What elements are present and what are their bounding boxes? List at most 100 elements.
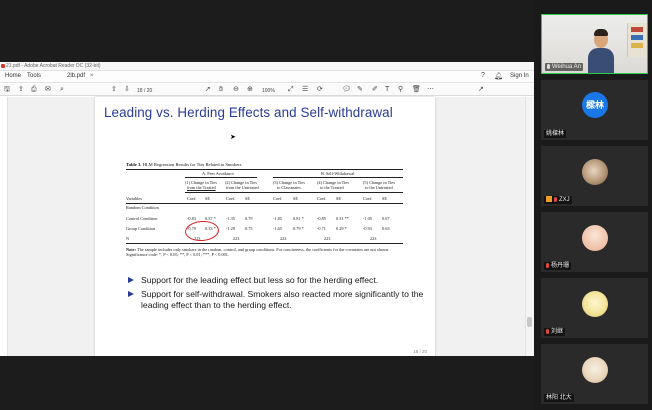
pdf-page: Leading vs. Herding Effects and Self-wit… [95, 97, 435, 356]
n-cell: 223 [324, 236, 331, 241]
help-icon[interactable]: ? [481, 72, 485, 79]
participant-tile[interactable]: 樑林 姚樑林 [541, 80, 648, 140]
window-title: 21.pdf - Adobe Acrobat Reader DC (32-bit… [6, 63, 101, 69]
slide-title: Leading vs. Herding Effects and Self-wit… [104, 105, 393, 120]
save-icon[interactable]: 🖫︎ [4, 85, 10, 94]
fit-page-icon[interactable]: ⤢ [288, 85, 294, 94]
delete-icon[interactable]: 🗑︎ [412, 85, 421, 94]
bell-icon[interactable]: 🔔︎ [494, 72, 503, 80]
more-tools-icon[interactable]: ⋯ [427, 85, 434, 94]
bullet-text: Support for self-withdrawal. Smokers als… [141, 288, 424, 311]
col5-header-line2: to the Untreated [365, 185, 393, 190]
select-tool-icon[interactable]: ➚ [205, 85, 211, 94]
n-label: N [126, 236, 130, 241]
screen-share-icon [546, 196, 552, 203]
zoom-out-icon[interactable]: ⊖ [233, 85, 239, 94]
avatar [582, 357, 608, 383]
bullet-item: Support for self-withdrawal. Smokers als… [128, 289, 428, 312]
group-cell: 0.79 * [293, 226, 304, 231]
avatar [582, 225, 608, 251]
highlight-icon[interactable]: ✎ [357, 85, 363, 94]
share-icon[interactable]: ↗ [478, 85, 484, 94]
col3-header-line2: to Classmates [277, 185, 301, 190]
comment-icon[interactable]: 💬︎ [342, 85, 351, 94]
col1-header-line2: from the Treated [187, 185, 216, 190]
group-cell: 0.63 [382, 226, 390, 231]
print-icon[interactable]: ⎙ [31, 85, 37, 94]
shared-screen: 21.pdf - Adobe Acrobat Reader DC (32-bit… [0, 0, 534, 410]
bullet-item: Support for the leading effect but less … [128, 275, 428, 287]
text-icon[interactable]: T [385, 85, 389, 94]
left-panel-strip[interactable] [0, 97, 8, 356]
person-body [588, 48, 614, 73]
sign-in-button[interactable]: Sign In [510, 73, 529, 79]
participant-name: 姚樑林 [544, 130, 567, 138]
control-cell: 0.67 [382, 216, 390, 221]
participant-name: ZXJ [544, 196, 572, 204]
coef-header-4: Coef. [317, 196, 327, 201]
bullet-triangle-icon [128, 277, 134, 283]
acrobat-logo-icon [1, 64, 5, 68]
vertical-scrollbar[interactable] [525, 97, 534, 356]
tools-tab[interactable]: Tools [27, 73, 41, 79]
zoom-in-icon[interactable]: ⊕ [247, 85, 253, 94]
scrollbar-thumb[interactable] [527, 317, 532, 327]
col2-header-line2: from the Untreated [226, 185, 259, 190]
control-cell: -1.35 [226, 216, 235, 221]
participant-tile[interactable]: ZXJ [541, 146, 648, 206]
avatar [582, 159, 608, 185]
bullet-text: Support for the leading effect but less … [141, 275, 379, 285]
group-b-rule [273, 177, 403, 178]
close-tab-icon[interactable]: × [90, 73, 94, 79]
red-annotation-circle [184, 219, 220, 243]
participant-tile[interactable]: 林阳 北大 [541, 344, 648, 404]
group-cell: -0.71 [317, 226, 326, 231]
control-cell: -0.85 [317, 216, 326, 221]
acrobat-window: 21.pdf - Adobe Acrobat Reader DC (32-bit… [0, 62, 534, 356]
group-cell: 0.29 * [336, 226, 347, 231]
control-cell: 0.31 ** [336, 216, 349, 221]
bullet-triangle-icon [128, 290, 134, 297]
group-cell: -1.65 [273, 226, 282, 231]
n-cell: 223 [233, 236, 240, 241]
col-header-rule [185, 192, 403, 193]
document-tab[interactable]: 2lb.pdf [67, 73, 85, 79]
coef-header-3: Coef. [273, 196, 283, 201]
hand-tool-icon[interactable]: ✋︎ [219, 85, 223, 94]
col4-header-line2: to the Treated [320, 185, 344, 190]
se-header-3: SE [293, 196, 299, 201]
meeting-screen: 21.pdf - Adobe Acrobat Reader DC (32-bit… [0, 0, 652, 410]
previous-page-icon[interactable]: ⇧ [111, 85, 117, 94]
rotate-icon[interactable]: ⟳ [317, 85, 323, 94]
table-top-rule [126, 169, 403, 170]
next-page-icon[interactable]: ⇩ [124, 85, 130, 94]
scroll-mode-icon[interactable]: ☰ [302, 85, 308, 94]
document-viewport[interactable]: Leading vs. Herding Effects and Self-wit… [0, 97, 534, 356]
page-indicator: 18 / 20 [413, 349, 427, 354]
participant-name: 林阳 北大 [544, 394, 574, 402]
table-note: Note: The sample includes only smokers i… [126, 247, 390, 258]
home-tab[interactable]: Home [5, 73, 21, 79]
zoom-level[interactable]: 100% [262, 87, 275, 96]
se-header-4: SE [336, 196, 342, 201]
draw-icon[interactable]: ✐ [372, 85, 378, 94]
avatar: 樑林 [582, 92, 608, 118]
page-number-field[interactable]: 18 / 20 [137, 87, 152, 96]
coef-header-1: Coef. [187, 196, 197, 201]
control-condition-label: Control Condition [126, 216, 158, 221]
avatar [582, 291, 608, 317]
upload-icon[interactable]: ⇪ [18, 85, 24, 94]
group-cell: 0.75 [245, 226, 253, 231]
participant-tile-weihua-an[interactable]: Weihua An [541, 14, 648, 74]
group-cell: -1.29 [226, 226, 235, 231]
search-icon[interactable]: ⌕ [60, 85, 64, 94]
subheader-rule [126, 203, 403, 204]
participant-tile[interactable]: 杨丹珊 [541, 212, 648, 272]
stamp-icon[interactable]: ⚲ [398, 85, 403, 94]
email-icon[interactable]: ✉ [45, 85, 51, 94]
n-cell: 223 [370, 236, 377, 241]
table-caption: Table 3. HLM Regression Results for Ties… [126, 162, 242, 167]
menu-bar: Home Tools 2lb.pdf × ? 🔔︎ Sign In [0, 71, 534, 83]
muted-microphone-icon [554, 196, 557, 202]
participant-tile[interactable]: 刘继 [541, 278, 648, 338]
